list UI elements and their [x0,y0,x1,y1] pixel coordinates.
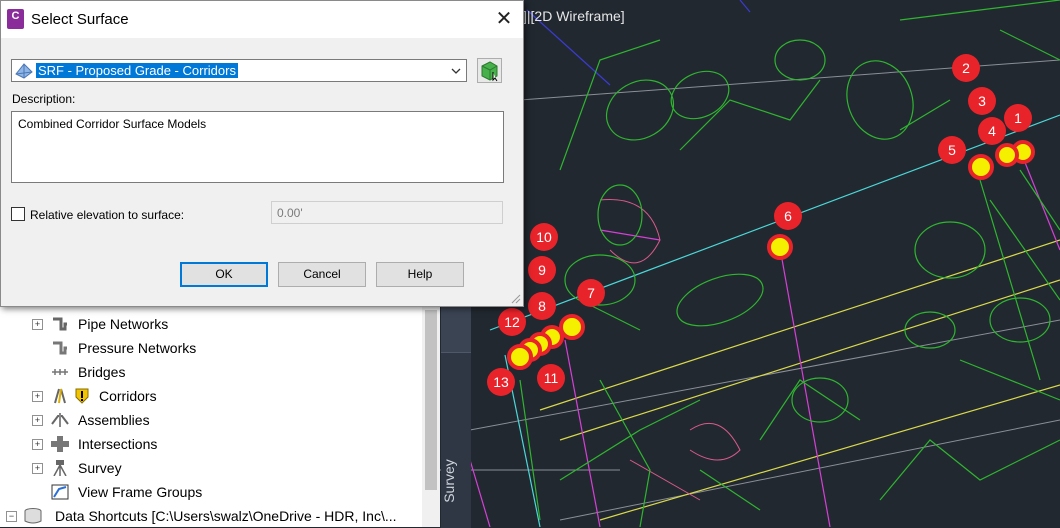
tree-item-label: Intersections [78,436,158,452]
tree-item-label: Survey [78,460,122,476]
badge-6: 6 [784,208,792,224]
help-button[interactable]: Help [376,262,464,287]
prospector-tree-panel: + Pipe Networks Pressure Networks Bridge… [0,300,440,527]
description-field[interactable]: Combined Corridor Surface Models [11,111,504,183]
select-surface-dialog: C Select Surface ✕ SRF - Proposed Grade … [0,0,524,307]
tree-scrollbar[interactable] [422,300,440,527]
pressure-networks-icon [51,340,69,356]
pick-surface-icon [481,61,498,82]
badge-10: 10 [536,229,552,245]
expand-icon[interactable]: + [32,439,43,450]
scrollbar-thumb[interactable] [425,310,437,490]
relative-elevation-checkbox[interactable] [11,207,25,221]
tree-item-bridges[interactable]: Bridges [52,361,126,383]
tree-item-label: Pipe Networks [78,316,169,332]
cancel-button[interactable]: Cancel [278,262,366,287]
badge-1: 1 [1014,110,1022,126]
assemblies-icon [51,412,69,428]
tree-item-pressure-networks[interactable]: Pressure Networks [53,337,197,359]
tree-item-label: View Frame Groups [78,484,203,500]
badge-13: 13 [493,374,509,390]
warning-icon [74,388,90,404]
corridors-icon [51,388,69,404]
badge-4: 4 [988,123,996,139]
tree-item-label: Data Shortcuts [C:\Users\swalz\OneDrive … [55,508,397,524]
surface-selected-value: SRF - Proposed Grade - Corridors [36,63,238,78]
close-icon[interactable]: ✕ [491,7,517,31]
tree-item-pipe-networks[interactable]: + Pipe Networks [32,313,169,335]
tree-item-view-frame-groups[interactable]: View Frame Groups [51,481,203,503]
bridges-icon [51,364,69,380]
intersections-icon [51,436,69,452]
dialog-title: Select Surface [31,11,129,28]
expand-icon[interactable]: + [32,415,43,426]
tree-item-data-shortcuts[interactable]: − Data Shortcuts [C:\Users\swalz\OneDriv… [6,505,397,527]
collapse-icon[interactable]: − [6,511,17,522]
badge-2: 2 [962,60,970,76]
badge-9: 9 [538,262,546,278]
pick-from-drawing-button[interactable] [477,58,502,83]
side-tab-strip: Survey [441,300,471,528]
tab-survey-label: Survey [440,459,457,503]
tab-survey[interactable]: Survey [441,352,471,528]
chevron-down-icon[interactable] [449,62,463,79]
badge-5: 5 [948,142,956,158]
viewport-controls-label[interactable]: ]|[2D Wireframe] [523,8,625,24]
relative-elevation-field[interactable]: 0.00' [271,201,503,224]
database-icon [24,508,46,524]
dialog-titlebar[interactable]: C Select Surface ✕ [1,1,523,38]
description-label: Description: [12,92,76,106]
badge-8: 8 [538,298,546,314]
tree-item-label: Bridges [78,364,126,380]
survey-icon [51,460,69,477]
surface-icon [14,62,34,80]
expand-icon[interactable]: + [32,319,43,330]
tree-item-corridors[interactable]: + Corridors [32,385,157,407]
badge-12: 12 [504,314,520,330]
badge-3: 3 [978,93,986,109]
expand-icon[interactable]: + [32,391,43,402]
expand-icon[interactable]: + [32,463,43,474]
pipe-networks-icon [51,316,69,332]
view-frame-groups-icon [51,484,69,500]
tree-item-label: Corridors [99,388,157,404]
tree-item-intersections[interactable]: + Intersections [32,433,158,455]
civil3d-app-icon: C [7,9,24,29]
tree-item-label: Assemblies [78,412,150,428]
resize-grip-icon[interactable] [511,294,521,304]
surface-dropdown[interactable]: SRF - Proposed Grade - Corridors [11,59,467,82]
badge-7: 7 [587,285,595,301]
badge-11: 11 [544,370,559,386]
ok-button[interactable]: OK [180,262,268,287]
tree-item-assemblies[interactable]: + Assemblies [32,409,150,431]
tree-item-label: Pressure Networks [78,340,197,356]
tree-item-survey[interactable]: + Survey [32,457,122,479]
relative-elevation-label: Relative elevation to surface: [30,208,185,222]
